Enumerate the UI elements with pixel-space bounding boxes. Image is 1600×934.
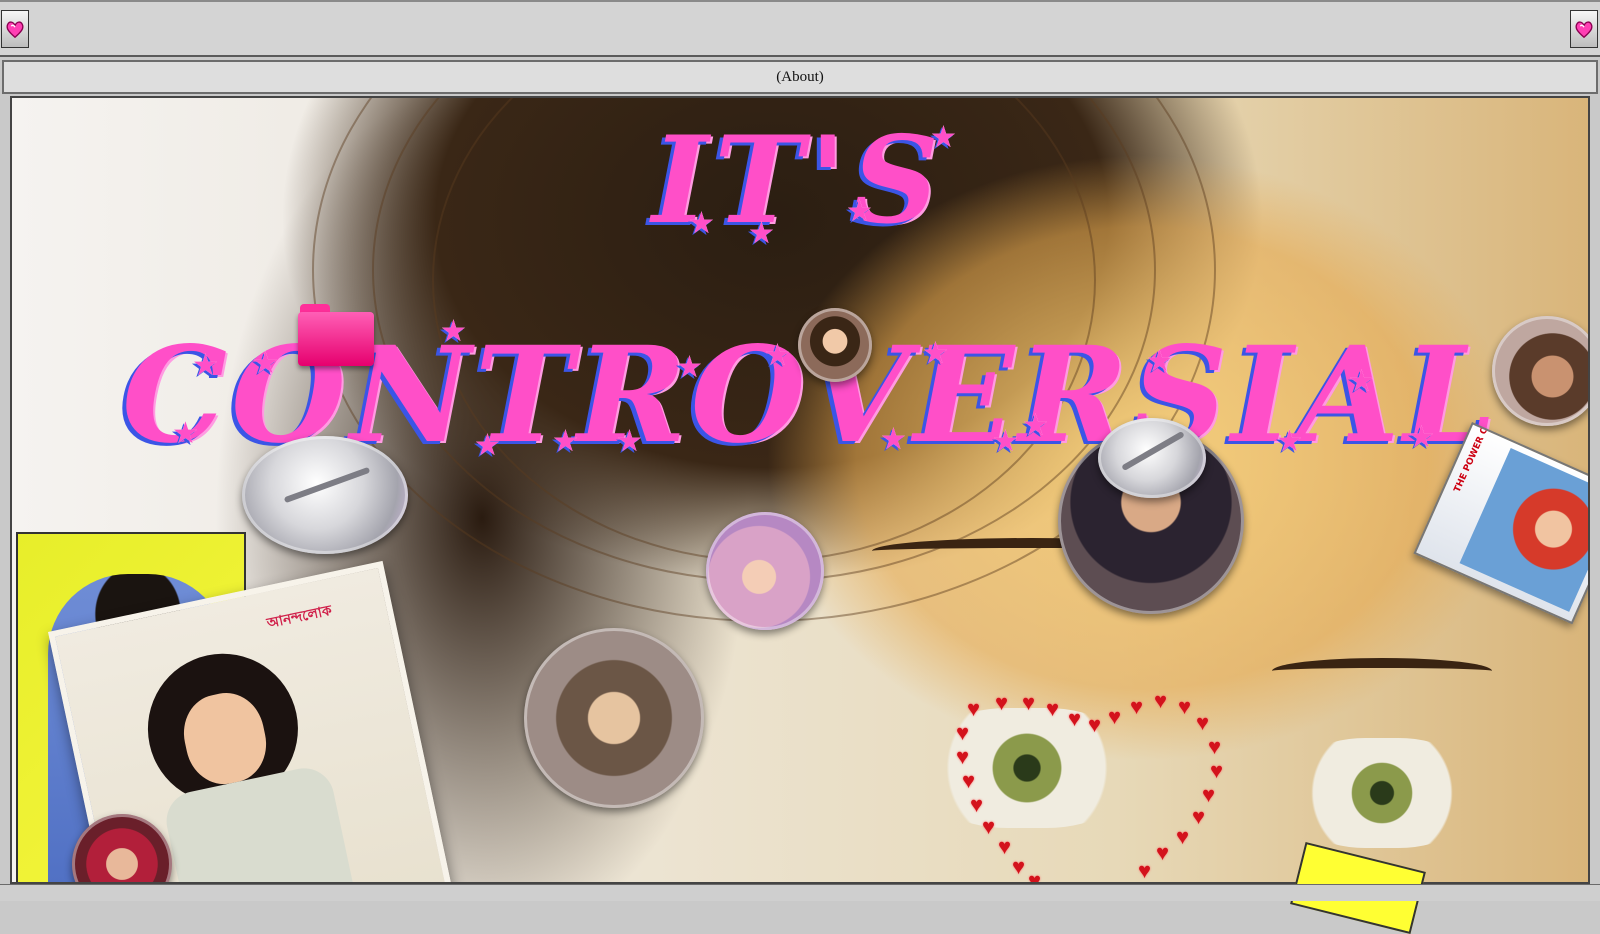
star-icon: ★: [748, 217, 775, 250]
eyebrow-right: [1272, 658, 1492, 684]
heart-icon: ♥: [995, 690, 1009, 715]
heart-icon: [6, 21, 24, 39]
star-icon: ★: [688, 207, 715, 240]
heart-icon: ♥: [967, 696, 981, 721]
star-icon: ★: [846, 195, 873, 228]
heart-icon: ♥: [1208, 734, 1222, 759]
star-icon: ★: [616, 425, 643, 458]
heart-icon: ♥: [1022, 690, 1036, 715]
heart-icon: ♥: [998, 834, 1012, 859]
heart-icon: ♥: [1138, 858, 1152, 883]
heart-icon: ♥: [962, 768, 976, 793]
bottom-bar: [0, 884, 1600, 901]
heart-icon: ♥: [1196, 710, 1210, 735]
star-icon: ★: [252, 347, 279, 380]
star-icon: ★: [1348, 365, 1375, 398]
heart-icon: ♥: [1012, 854, 1026, 879]
star-icon: ★: [552, 425, 579, 458]
top-toolbar: [0, 0, 1600, 57]
heart-icon: ♥: [1130, 694, 1144, 719]
heart-icon: ♥: [1028, 868, 1042, 884]
heart-icon: ♥: [1154, 688, 1168, 713]
heart-icon: ♥: [1046, 696, 1060, 721]
heart-icon: ♥: [1178, 694, 1192, 719]
star-icon: ★: [880, 423, 907, 456]
heart-icon: ♥: [1192, 804, 1206, 829]
pin-badge-back[interactable]: [1098, 418, 1206, 498]
photo-badge[interactable]: [524, 628, 704, 808]
star-icon: ★: [1022, 409, 1049, 442]
heart-icon: [1575, 21, 1593, 39]
star-icon: ★: [992, 425, 1019, 458]
heart-icon-button-right[interactable]: [1570, 10, 1598, 48]
photo-badge[interactable]: [798, 308, 872, 382]
pin-badge-back[interactable]: [242, 436, 408, 554]
heart-icon: ♥: [1176, 824, 1190, 849]
heart-icon: ♥: [956, 720, 970, 745]
heart-icon: ♥: [1108, 704, 1122, 729]
heart-icon-button-left[interactable]: [1, 10, 29, 48]
heart-icon: ♥: [1156, 840, 1170, 865]
heart-icon: ♥: [1210, 758, 1224, 783]
star-icon: ★: [930, 121, 957, 154]
heart-icon: ♥: [1068, 706, 1082, 731]
star-icon: ★: [172, 417, 199, 450]
eye-right: [1282, 738, 1482, 848]
star-icon: ★: [1276, 425, 1303, 458]
heart-icon: ♥: [1088, 712, 1102, 737]
content-frame: IT'S CONTROVERSIAL ★ ★ ★ ★ ★ ★ ★ ★ ★ ★ ★…: [10, 96, 1590, 884]
star-icon: ★: [192, 349, 219, 382]
folder-icon[interactable]: [298, 304, 374, 366]
photo-badge[interactable]: [706, 512, 824, 630]
window-title: (About): [776, 68, 824, 85]
star-icon: ★: [1408, 421, 1435, 454]
star-icon: ★: [676, 351, 703, 384]
window-title-bar[interactable]: (About): [2, 60, 1598, 94]
heart-icon: ♥: [982, 814, 996, 839]
heart-icon: ♥: [956, 744, 970, 769]
star-icon: ★: [764, 339, 791, 372]
star-icon: ★: [922, 337, 949, 370]
star-icon: ★: [474, 429, 501, 462]
star-icon: ★: [1146, 345, 1173, 378]
star-icon: ★: [440, 315, 467, 348]
poster-logo: আনন্দলোক: [265, 602, 334, 633]
